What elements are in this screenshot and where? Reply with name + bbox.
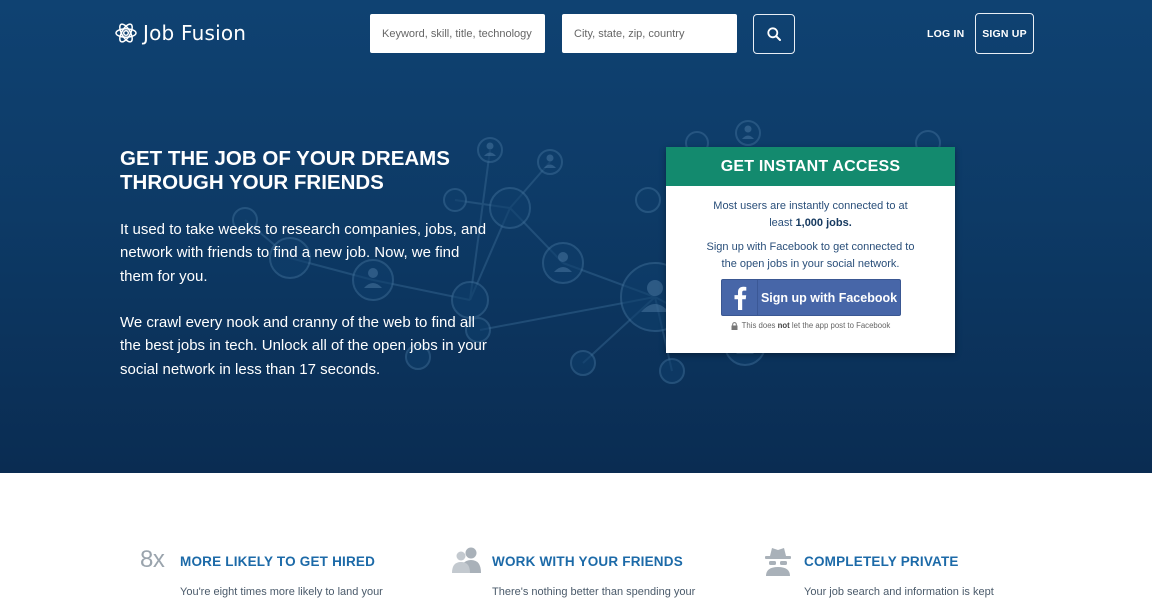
instant-access-card: GET INSTANT ACCESS Most users are instan… bbox=[666, 147, 955, 353]
card-facebook-text: Sign up with Facebook to get connected t… bbox=[706, 241, 915, 270]
lock-icon bbox=[731, 321, 738, 330]
logo-text: Job Fusion bbox=[143, 21, 247, 45]
logo[interactable]: Job Fusion bbox=[115, 21, 246, 45]
feature-title: MORE LIKELY TO GET HIRED bbox=[180, 554, 376, 569]
facebook-button-label: Sign up with Facebook bbox=[760, 290, 898, 305]
hero-headline: GET THE JOB OF YOUR DREAMS THROUGH YOUR … bbox=[120, 147, 450, 194]
privacy-note-not: not bbox=[777, 321, 790, 330]
feature-title: COMPLETELY PRIVATE bbox=[804, 554, 959, 569]
signup-button[interactable]: SIGN UP bbox=[975, 13, 1034, 54]
privacy-note-post: let the app post to Facebook bbox=[789, 321, 891, 330]
card-connected-text: Most users are instantly connected to at… bbox=[666, 198, 955, 231]
login-link[interactable]: LOG IN bbox=[927, 28, 964, 40]
card-title: GET INSTANT ACCESS bbox=[666, 147, 955, 186]
search-icon bbox=[767, 27, 781, 41]
card-jobs-count: 1,000 jobs. bbox=[795, 216, 852, 229]
logo-icon bbox=[115, 23, 137, 43]
people-icon bbox=[452, 546, 482, 579]
facebook-signup-button[interactable]: Sign up with Facebook bbox=[721, 279, 901, 316]
eight-x-icon: 8x bbox=[140, 546, 165, 573]
privacy-note: This does not let the app post to Facebo… bbox=[666, 321, 955, 330]
feature-text: You're eight times more likely to land y… bbox=[180, 586, 383, 598]
hero-paragraph-2: We crawl every nook and cranny of the we… bbox=[120, 314, 487, 378]
keyword-search-input[interactable] bbox=[370, 14, 545, 53]
feature-text: There's nothing better than spending you… bbox=[492, 586, 696, 598]
feature-text: Your job search and information is kept bbox=[804, 586, 994, 598]
spy-icon bbox=[764, 546, 792, 581]
feature-title: WORK WITH YOUR FRIENDS bbox=[492, 554, 683, 569]
search-button[interactable] bbox=[753, 14, 795, 54]
hero-section: Job Fusion LOG IN SIGN UP GET THE JOB OF… bbox=[0, 0, 1152, 473]
location-search-input[interactable] bbox=[562, 14, 737, 53]
facebook-icon bbox=[722, 280, 758, 315]
privacy-note-pre: This does bbox=[741, 321, 778, 330]
hero-paragraph-1: It used to take weeks to research compan… bbox=[120, 221, 487, 285]
